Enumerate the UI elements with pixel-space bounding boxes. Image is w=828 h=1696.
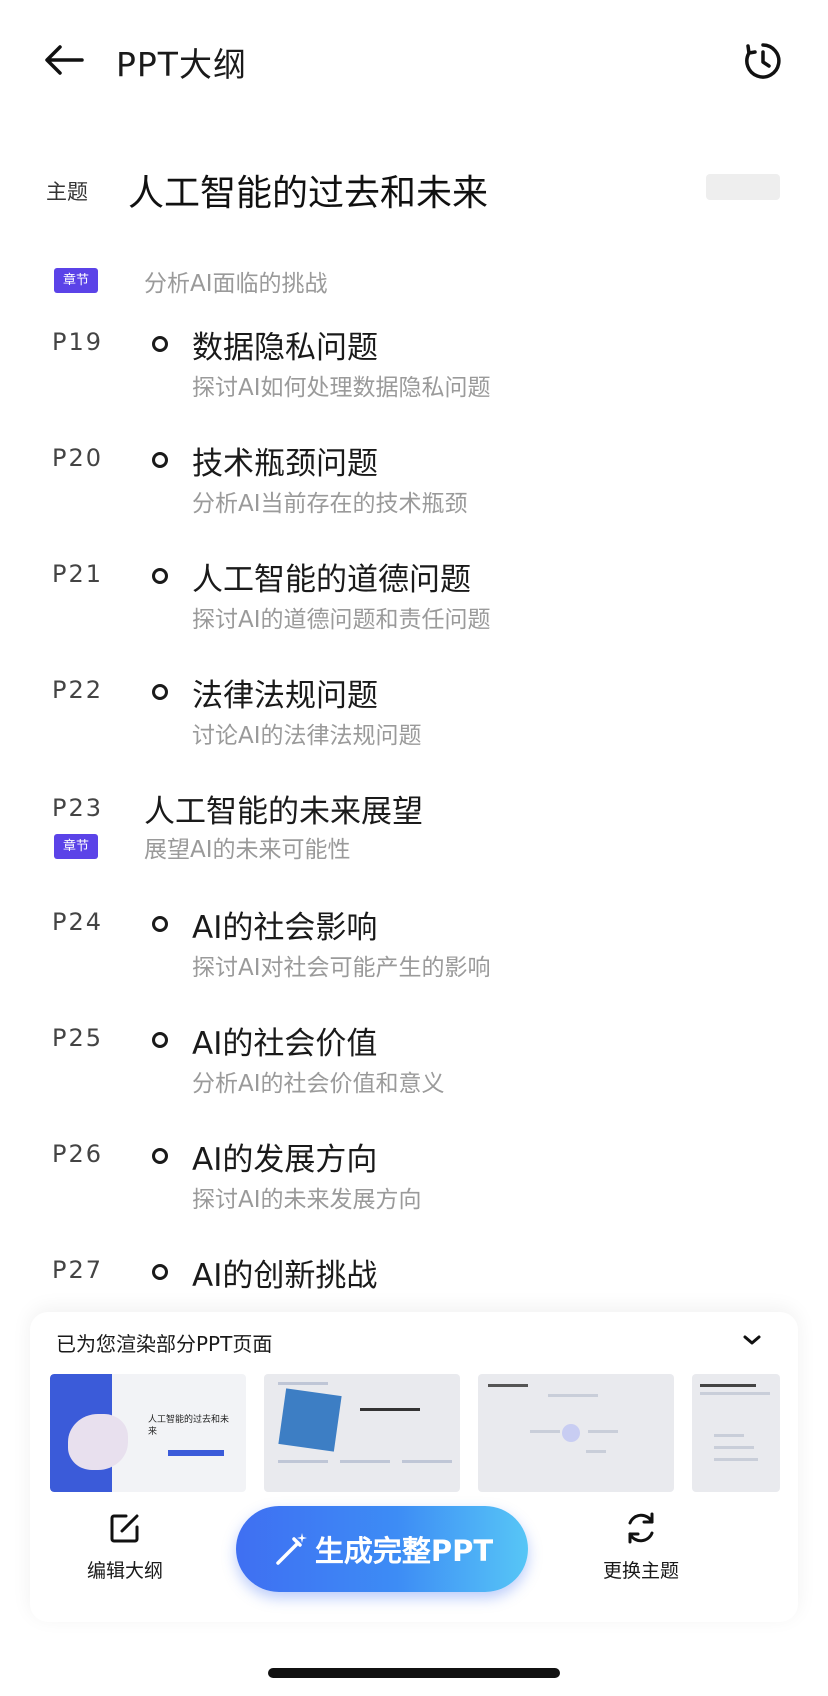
page-number: P20 xyxy=(52,444,104,472)
page-number: P27 xyxy=(52,1256,104,1284)
section-subtitle: 分析AI面临的挑战 xyxy=(144,271,328,297)
thumbnail-line xyxy=(700,1392,770,1395)
page-number: P24 xyxy=(52,908,104,936)
item-title: 人工智能的道德问题 xyxy=(192,562,471,598)
thumbnail-title: 人工智能的过去和未来 xyxy=(148,1415,230,1437)
render-status-label: 已为您渲染部分PPT页面 xyxy=(56,1332,273,1356)
section-tag: 章节 xyxy=(54,834,99,859)
item-title: AI的发展方向 xyxy=(192,1142,378,1178)
generate-ppt-button[interactable]: 生成完整PPT xyxy=(236,1506,528,1592)
section-header[interactable]: 章节 分析AI面临的挑战 xyxy=(0,260,828,310)
item-title: 数据隐私问题 xyxy=(192,330,378,366)
thumbnail-line xyxy=(548,1394,598,1397)
action-bar: 编辑大纲 生成完整PPT 更换主题 xyxy=(30,1506,798,1608)
thumbnail-line xyxy=(714,1458,758,1461)
page-title: PPT大纲 xyxy=(116,45,247,84)
thumbnail-line xyxy=(360,1408,420,1411)
ppt-thumbnail[interactable] xyxy=(264,1374,460,1492)
outline-item[interactable]: P24 AI的社会影响 探讨AI对社会可能产生的影响 xyxy=(0,902,828,1002)
item-subtitle: 分析AI当前存在的技术瓶颈 xyxy=(192,491,468,517)
outline-item[interactable]: P20 技术瓶颈问题 分析AI当前存在的技术瓶颈 xyxy=(0,438,828,538)
thumbnail-line xyxy=(700,1384,756,1387)
chevron-down-icon xyxy=(743,1335,761,1345)
section-tag: 章节 xyxy=(54,268,99,293)
bullet-icon xyxy=(152,1148,168,1164)
bullet-icon xyxy=(152,568,168,584)
clock-history-icon xyxy=(745,43,781,79)
item-subtitle: 探讨AI的未来发展方向 xyxy=(192,1187,422,1213)
item-title: 技术瓶颈问题 xyxy=(192,446,378,482)
outline-list[interactable]: 章节 分析AI面临的挑战 P19 数据隐私问题 探讨AI如何处理数据隐私问题 P… xyxy=(0,260,828,1320)
item-title: AI的创新挑战 xyxy=(192,1258,378,1294)
page-number: P19 xyxy=(52,328,104,356)
ppt-thumbnail[interactable] xyxy=(692,1374,780,1492)
outline-item[interactable]: P26 AI的发展方向 探讨AI的未来发展方向 xyxy=(0,1134,828,1234)
page-number: P25 xyxy=(52,1024,104,1052)
bullet-icon xyxy=(152,336,168,352)
thumbnail-line xyxy=(488,1384,528,1387)
thumbnail-strip[interactable]: 人工智能的过去和未来 xyxy=(50,1374,780,1492)
thumbnail-graphic xyxy=(278,1388,342,1452)
item-subtitle: 分析AI的社会价值和意义 xyxy=(192,1071,445,1097)
change-theme-label: 更换主题 xyxy=(602,1560,679,1582)
back-button[interactable] xyxy=(40,40,88,80)
thumbnail-line xyxy=(586,1450,606,1453)
outline-item[interactable]: P22 法律法规问题 讨论AI的法律法规问题 xyxy=(0,670,828,770)
edit-icon xyxy=(110,1514,139,1543)
outline-item[interactable]: P19 数据隐私问题 探讨AI如何处理数据隐私问题 xyxy=(0,322,828,422)
thumbnail-line xyxy=(714,1446,754,1449)
thumbnail-line xyxy=(340,1460,390,1463)
arrow-left-icon xyxy=(45,45,84,75)
change-theme-button[interactable]: 更换主题 xyxy=(596,1508,686,1592)
refresh-icon xyxy=(628,1512,654,1544)
topic-row: 主题 人工智能的过去和未来 xyxy=(46,158,786,214)
edit-outline-button[interactable]: 编辑大纲 xyxy=(80,1508,170,1592)
thumbnail-line xyxy=(278,1460,328,1463)
item-title: AI的社会影响 xyxy=(192,910,378,946)
item-title: AI的社会价值 xyxy=(192,1026,378,1062)
thumbnail-graphic xyxy=(562,1424,580,1442)
bullet-icon xyxy=(152,916,168,932)
bottom-panel: 已为您渲染部分PPT页面 人工智能的过去和未来 编辑大纲 生成完整PPT 更换主… xyxy=(30,1312,798,1622)
history-button[interactable] xyxy=(740,38,786,84)
item-subtitle: 探讨AI如何处理数据隐私问题 xyxy=(192,375,491,401)
thumbnail-line xyxy=(588,1430,618,1433)
item-subtitle: 讨论AI的法律法规问题 xyxy=(192,723,422,749)
page-number: P23 xyxy=(52,794,104,822)
bullet-icon xyxy=(152,1264,168,1280)
bullet-icon xyxy=(152,684,168,700)
bullet-icon xyxy=(152,1032,168,1048)
thumbnail-line xyxy=(714,1434,744,1437)
thumbnail-line xyxy=(530,1430,560,1433)
topic-action-placeholder[interactable] xyxy=(706,174,780,200)
home-indicator[interactable] xyxy=(268,1668,560,1678)
item-title: 法律法规问题 xyxy=(192,678,378,714)
topic-label: 主题 xyxy=(46,180,88,204)
ppt-thumbnail[interactable] xyxy=(478,1374,674,1492)
page-number: P21 xyxy=(52,560,104,588)
bullet-icon xyxy=(152,452,168,468)
edit-outline-label: 编辑大纲 xyxy=(86,1560,163,1582)
page-number: P26 xyxy=(52,1140,104,1168)
thumbnail-bar xyxy=(168,1450,224,1456)
section-title: 人工智能的未来展望 xyxy=(144,794,423,830)
page-number: P22 xyxy=(52,676,104,704)
header: PPT大纲 xyxy=(0,0,828,120)
item-subtitle: 探讨AI对社会可能产生的影响 xyxy=(192,955,491,981)
outline-item[interactable]: P27 AI的创新挑战 xyxy=(0,1250,828,1320)
generate-ppt-label: 生成完整PPT xyxy=(314,1534,494,1568)
outline-item[interactable]: P25 AI的社会价值 分析AI的社会价值和意义 xyxy=(0,1018,828,1118)
ppt-thumbnail[interactable]: 人工智能的过去和未来 xyxy=(50,1374,246,1492)
magic-wand-icon xyxy=(276,1533,307,1565)
thumbnail-line xyxy=(278,1382,328,1385)
outline-item[interactable]: P21 人工智能的道德问题 探讨AI的道德问题和责任问题 xyxy=(0,554,828,654)
collapse-button[interactable] xyxy=(738,1326,766,1354)
topic-value: 人工智能的过去和未来 xyxy=(128,173,489,214)
item-subtitle: 探讨AI的道德问题和责任问题 xyxy=(192,607,491,633)
thumbnail-line xyxy=(402,1460,452,1463)
thumbnail-graphic xyxy=(68,1414,128,1470)
section-header[interactable]: P23 人工智能的未来展望 章节 展望AI的未来可能性 xyxy=(0,786,828,876)
section-subtitle: 展望AI的未来可能性 xyxy=(144,837,351,863)
